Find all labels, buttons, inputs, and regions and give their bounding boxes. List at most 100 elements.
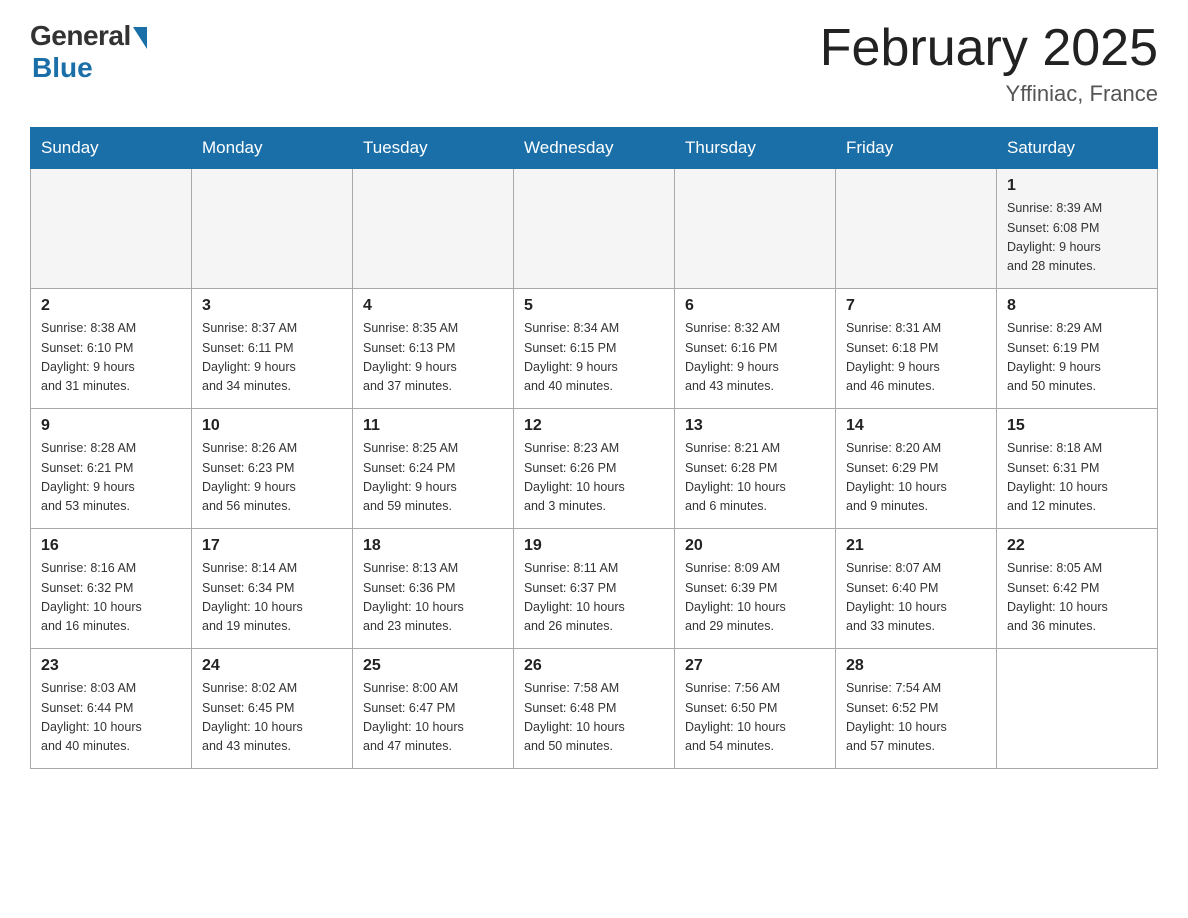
day-info: Sunrise: 8:39 AM Sunset: 6:08 PM Dayligh… xyxy=(1007,199,1147,277)
calendar-cell: 21 Sunrise: 8:07 AM Sunset: 6:40 PM Dayli… xyxy=(836,529,997,649)
calendar-day-header: Monday xyxy=(192,128,353,169)
calendar-cell: 25 Sunrise: 8:00 AM Sunset: 6:47 PM Dayli… xyxy=(353,649,514,769)
calendar-cell: 23 Sunrise: 8:03 AM Sunset: 6:44 PM Dayli… xyxy=(31,649,192,769)
calendar-cell: 3 Sunrise: 8:37 AM Sunset: 6:11 PM Daylig… xyxy=(192,289,353,409)
day-number: 9 xyxy=(41,417,181,435)
calendar-cell xyxy=(514,169,675,289)
calendar-week-row: 9 Sunrise: 8:28 AM Sunset: 6:21 PM Daylig… xyxy=(31,409,1158,529)
day-number: 10 xyxy=(202,417,342,435)
day-number: 17 xyxy=(202,537,342,555)
day-number: 1 xyxy=(1007,177,1147,195)
calendar-cell: 27 Sunrise: 7:56 AM Sunset: 6:50 PM Dayli… xyxy=(675,649,836,769)
calendar-cell xyxy=(353,169,514,289)
day-number: 14 xyxy=(846,417,986,435)
calendar-cell: 12 Sunrise: 8:23 AM Sunset: 6:26 PM Dayli… xyxy=(514,409,675,529)
day-info: Sunrise: 8:09 AM Sunset: 6:39 PM Dayligh… xyxy=(685,559,825,637)
calendar-week-row: 1 Sunrise: 8:39 AM Sunset: 6:08 PM Daylig… xyxy=(31,169,1158,289)
location-title: Yffiniac, France xyxy=(820,81,1158,107)
day-info: Sunrise: 7:56 AM Sunset: 6:50 PM Dayligh… xyxy=(685,679,825,757)
calendar-day-header: Tuesday xyxy=(353,128,514,169)
logo-general-text: General xyxy=(30,20,131,52)
day-info: Sunrise: 8:29 AM Sunset: 6:19 PM Dayligh… xyxy=(1007,319,1147,397)
day-info: Sunrise: 8:21 AM Sunset: 6:28 PM Dayligh… xyxy=(685,439,825,517)
day-number: 28 xyxy=(846,657,986,675)
month-title: February 2025 xyxy=(820,20,1158,77)
day-number: 12 xyxy=(524,417,664,435)
day-number: 8 xyxy=(1007,297,1147,315)
day-number: 21 xyxy=(846,537,986,555)
calendar-cell: 2Sunrise: 8:38 AM Sunset: 6:10 PM Daylig… xyxy=(31,289,192,409)
day-info: Sunrise: 8:14 AM Sunset: 6:34 PM Dayligh… xyxy=(202,559,342,637)
day-info: Sunrise: 8:03 AM Sunset: 6:44 PM Dayligh… xyxy=(41,679,181,757)
calendar-week-row: 16Sunrise: 8:16 AM Sunset: 6:32 PM Dayli… xyxy=(31,529,1158,649)
calendar-cell xyxy=(836,169,997,289)
day-info: Sunrise: 8:26 AM Sunset: 6:23 PM Dayligh… xyxy=(202,439,342,517)
day-info: Sunrise: 8:28 AM Sunset: 6:21 PM Dayligh… xyxy=(41,439,181,517)
calendar-cell: 28 Sunrise: 7:54 AM Sunset: 6:52 PM Dayli… xyxy=(836,649,997,769)
title-block: February 2025 Yffiniac, France xyxy=(820,20,1158,107)
day-info: Sunrise: 8:05 AM Sunset: 6:42 PM Dayligh… xyxy=(1007,559,1147,637)
calendar-table: SundayMondayTuesdayWednesdayThursdayFrid… xyxy=(30,127,1158,769)
day-number: 22 xyxy=(1007,537,1147,555)
calendar-week-row: 2Sunrise: 8:38 AM Sunset: 6:10 PM Daylig… xyxy=(31,289,1158,409)
day-info: Sunrise: 7:54 AM Sunset: 6:52 PM Dayligh… xyxy=(846,679,986,757)
calendar-day-header: Wednesday xyxy=(514,128,675,169)
logo: General Blue xyxy=(30,20,147,84)
calendar-cell xyxy=(192,169,353,289)
day-info: Sunrise: 8:13 AM Sunset: 6:36 PM Dayligh… xyxy=(363,559,503,637)
calendar-cell: 20 Sunrise: 8:09 AM Sunset: 6:39 PM Dayli… xyxy=(675,529,836,649)
calendar-day-header: Sunday xyxy=(31,128,192,169)
calendar-cell: 9 Sunrise: 8:28 AM Sunset: 6:21 PM Daylig… xyxy=(31,409,192,529)
day-info: Sunrise: 8:35 AM Sunset: 6:13 PM Dayligh… xyxy=(363,319,503,397)
calendar-cell: 22 Sunrise: 8:05 AM Sunset: 6:42 PM Dayli… xyxy=(997,529,1158,649)
calendar-cell: 13 Sunrise: 8:21 AM Sunset: 6:28 PM Dayli… xyxy=(675,409,836,529)
calendar-cell xyxy=(31,169,192,289)
day-info: Sunrise: 8:00 AM Sunset: 6:47 PM Dayligh… xyxy=(363,679,503,757)
calendar-cell: 17 Sunrise: 8:14 AM Sunset: 6:34 PM Dayli… xyxy=(192,529,353,649)
page-header: General Blue February 2025 Yffiniac, Fra… xyxy=(30,20,1158,107)
day-info: Sunrise: 8:32 AM Sunset: 6:16 PM Dayligh… xyxy=(685,319,825,397)
calendar-cell: 4Sunrise: 8:35 AM Sunset: 6:13 PM Daylig… xyxy=(353,289,514,409)
calendar-cell: 18 Sunrise: 8:13 AM Sunset: 6:36 PM Dayli… xyxy=(353,529,514,649)
calendar-header-row: SundayMondayTuesdayWednesdayThursdayFrid… xyxy=(31,128,1158,169)
calendar-cell: 26Sunrise: 7:58 AM Sunset: 6:48 PM Dayli… xyxy=(514,649,675,769)
day-number: 5 xyxy=(524,297,664,315)
day-info: Sunrise: 8:20 AM Sunset: 6:29 PM Dayligh… xyxy=(846,439,986,517)
day-info: Sunrise: 8:25 AM Sunset: 6:24 PM Dayligh… xyxy=(363,439,503,517)
day-info: Sunrise: 8:02 AM Sunset: 6:45 PM Dayligh… xyxy=(202,679,342,757)
calendar-cell: 24 Sunrise: 8:02 AM Sunset: 6:45 PM Dayli… xyxy=(192,649,353,769)
calendar-cell: 6 Sunrise: 8:32 AM Sunset: 6:16 PM Daylig… xyxy=(675,289,836,409)
calendar-day-header: Thursday xyxy=(675,128,836,169)
calendar-cell: 15 Sunrise: 8:18 AM Sunset: 6:31 PM Dayli… xyxy=(997,409,1158,529)
day-info: Sunrise: 8:18 AM Sunset: 6:31 PM Dayligh… xyxy=(1007,439,1147,517)
calendar-cell: 8 Sunrise: 8:29 AM Sunset: 6:19 PM Daylig… xyxy=(997,289,1158,409)
day-number: 2 xyxy=(41,297,181,315)
day-number: 24 xyxy=(202,657,342,675)
calendar-cell: 10 Sunrise: 8:26 AM Sunset: 6:23 PM Dayli… xyxy=(192,409,353,529)
day-info: Sunrise: 8:11 AM Sunset: 6:37 PM Dayligh… xyxy=(524,559,664,637)
calendar-cell: 19Sunrise: 8:11 AM Sunset: 6:37 PM Dayli… xyxy=(514,529,675,649)
day-number: 3 xyxy=(202,297,342,315)
day-number: 27 xyxy=(685,657,825,675)
day-number: 18 xyxy=(363,537,503,555)
calendar-cell: 1 Sunrise: 8:39 AM Sunset: 6:08 PM Daylig… xyxy=(997,169,1158,289)
calendar-day-header: Saturday xyxy=(997,128,1158,169)
day-info: Sunrise: 8:31 AM Sunset: 6:18 PM Dayligh… xyxy=(846,319,986,397)
day-number: 15 xyxy=(1007,417,1147,435)
day-number: 20 xyxy=(685,537,825,555)
day-info: Sunrise: 7:58 AM Sunset: 6:48 PM Dayligh… xyxy=(524,679,664,757)
calendar-week-row: 23 Sunrise: 8:03 AM Sunset: 6:44 PM Dayli… xyxy=(31,649,1158,769)
day-info: Sunrise: 8:16 AM Sunset: 6:32 PM Dayligh… xyxy=(41,559,181,637)
logo-blue-text: Blue xyxy=(32,52,93,84)
day-info: Sunrise: 8:07 AM Sunset: 6:40 PM Dayligh… xyxy=(846,559,986,637)
day-info: Sunrise: 8:23 AM Sunset: 6:26 PM Dayligh… xyxy=(524,439,664,517)
calendar-cell: 11 Sunrise: 8:25 AM Sunset: 6:24 PM Dayli… xyxy=(353,409,514,529)
day-number: 13 xyxy=(685,417,825,435)
day-number: 23 xyxy=(41,657,181,675)
calendar-cell xyxy=(675,169,836,289)
day-number: 25 xyxy=(363,657,503,675)
day-number: 6 xyxy=(685,297,825,315)
day-number: 11 xyxy=(363,417,503,435)
day-info: Sunrise: 8:37 AM Sunset: 6:11 PM Dayligh… xyxy=(202,319,342,397)
calendar-cell: 14 Sunrise: 8:20 AM Sunset: 6:29 PM Dayli… xyxy=(836,409,997,529)
